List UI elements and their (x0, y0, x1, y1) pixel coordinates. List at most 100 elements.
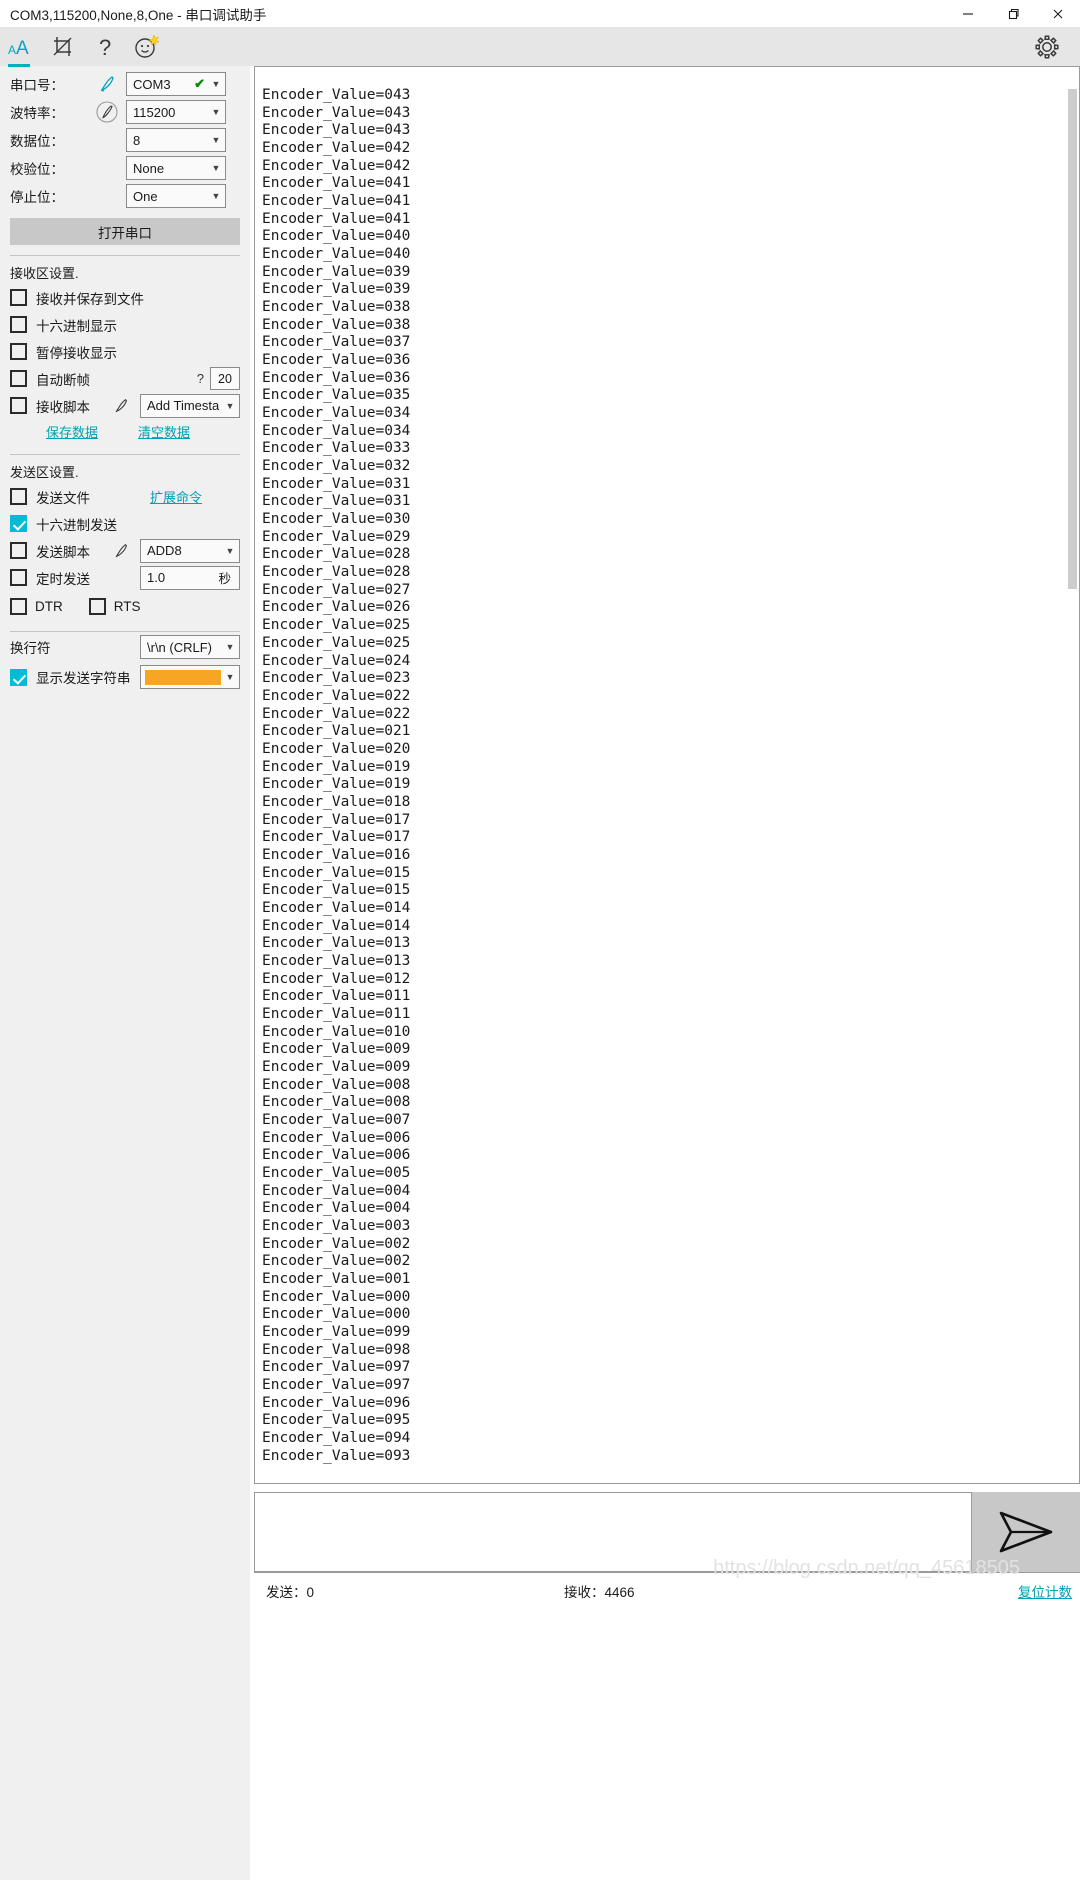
timed-send-checkbox[interactable] (10, 569, 27, 586)
auto-frame-row[interactable]: 自动断帧 ? 20 (0, 365, 250, 392)
save-to-file-row[interactable]: 接收并保存到文件 (0, 284, 250, 311)
send-file-row[interactable]: 发送文件 扩展命令 (0, 483, 250, 510)
timed-send-input[interactable]: 1.0 秒 (140, 565, 240, 590)
send-row (254, 1492, 1080, 1572)
timed-send-label: 定时发送 (36, 571, 90, 587)
baud-row: 波特率： 115200 ▼ (0, 98, 250, 126)
hex-display-row[interactable]: 十六进制显示 (0, 311, 250, 338)
recv-script-row[interactable]: 接收脚本 Add Timesta ▼ (0, 392, 250, 419)
crop-button[interactable] (42, 27, 84, 66)
minimize-button[interactable] (945, 0, 990, 27)
chevron-down-icon: ▼ (211, 79, 221, 89)
chevron-down-icon: ▼ (211, 191, 221, 201)
newline-select[interactable]: \r\n (CRLF) ▼ (140, 635, 240, 659)
chevron-down-icon: ▼ (225, 642, 235, 652)
pen-circle-icon (96, 101, 118, 123)
send-string-color-select[interactable]: ▼ (140, 665, 240, 689)
ext-command-link[interactable]: 扩展命令 (150, 487, 202, 506)
chevron-down-icon: ▼ (211, 107, 221, 117)
chevron-down-icon: ▼ (211, 163, 221, 173)
chevron-down-icon: ▼ (225, 545, 235, 556)
font-size-icon: A A (8, 38, 29, 59)
hex-display-checkbox[interactable] (10, 316, 27, 333)
font-size-button[interactable]: A A (0, 27, 42, 66)
timed-send-row[interactable]: 定时发送 1.0 秒 (0, 564, 250, 591)
recv-script-checkbox[interactable] (10, 397, 27, 414)
data-panel: Encoder_Value=043 Encoder_Value=043 Enco… (250, 66, 1080, 1880)
scrollbar-thumb[interactable] (1068, 89, 1077, 589)
send-script-select[interactable]: ADD8 ▼ (140, 538, 240, 563)
svg-text:A: A (8, 43, 16, 57)
close-icon (1053, 9, 1062, 18)
minimize-icon (962, 12, 973, 15)
pen-icon (115, 398, 127, 412)
recv-script-select[interactable]: Add Timesta ▼ (140, 393, 240, 418)
hex-send-label: 十六进制发送 (36, 517, 117, 533)
auto-frame-checkbox[interactable] (10, 370, 27, 387)
parity-value: None (133, 160, 165, 176)
window-title: COM3,115200,None,8,One - 串口调试助手 (10, 7, 267, 23)
stopbits-label: 停止位： (10, 190, 64, 205)
save-data-link[interactable]: 保存数据 (46, 422, 98, 441)
stopbits-select[interactable]: One ▼ (126, 184, 226, 208)
port-refresh-button[interactable] (88, 75, 126, 93)
show-send-string-checkbox[interactable] (10, 668, 27, 686)
settings-button[interactable] (1026, 27, 1068, 66)
auto-frame-input[interactable]: 20 (210, 367, 240, 390)
clear-data-link[interactable]: 清空数据 (138, 422, 190, 441)
recv-script-edit-button[interactable] (102, 397, 140, 415)
received-count: 接收：4466 (564, 1584, 635, 1600)
recv-script-value: Add Timesta (147, 398, 220, 413)
stopbits-row: 停止位： One ▼ (0, 182, 250, 210)
timed-send-value: 1.0 (147, 570, 166, 585)
accent-indicator (8, 64, 30, 67)
databits-label: 数据位： (10, 134, 64, 149)
databits-select[interactable]: 8 ▼ (126, 128, 226, 152)
help-button[interactable]: ? (84, 27, 126, 66)
rts-label: RTS (113, 598, 141, 614)
baud-select[interactable]: 115200 ▼ (126, 100, 226, 124)
main-content: 串口号： COM3 ✔ ▼ 波特率： 115200 ▼ 数据位： 8 ▼ 校验位… (0, 64, 1080, 1880)
hex-send-checkbox[interactable] (10, 515, 27, 532)
baud-edit-button[interactable] (88, 100, 126, 124)
show-send-string-label: 显示发送字符串 (36, 671, 131, 686)
send-script-edit-button[interactable] (102, 542, 140, 560)
send-paper-plane-icon (999, 1511, 1053, 1553)
hex-send-row[interactable]: 十六进制发送 (0, 510, 250, 537)
dtr-checkbox[interactable] (10, 597, 27, 615)
port-label: 串口号： (10, 78, 64, 93)
port-select[interactable]: COM3 ✔ ▼ (126, 72, 226, 96)
parity-select[interactable]: None ▼ (126, 156, 226, 180)
pause-display-row[interactable]: 暂停接收显示 (0, 338, 250, 365)
chevron-down-icon: ▼ (211, 135, 221, 145)
baud-value: 115200 (133, 104, 176, 120)
maximize-button[interactable] (990, 0, 1035, 27)
chevron-down-icon: ▼ (225, 672, 235, 682)
svg-text:?: ? (99, 35, 111, 59)
dtr-label: DTR (35, 598, 63, 614)
send-file-checkbox[interactable] (10, 488, 27, 505)
port-ok-icon: ✔ (194, 76, 205, 91)
smiley-icon (135, 33, 160, 58)
receive-settings-title: 接收区设置. (10, 266, 79, 281)
send-script-row[interactable]: 发送脚本 ADD8 ▼ (0, 537, 250, 564)
emoji-button[interactable] (126, 27, 168, 66)
save-to-file-checkbox[interactable] (10, 289, 27, 306)
auto-frame-label: 自动断帧 (36, 372, 90, 388)
close-button[interactable] (1035, 0, 1080, 27)
send-script-checkbox[interactable] (10, 542, 27, 559)
auto-frame-help-icon[interactable]: ? (197, 371, 210, 386)
send-button[interactable] (972, 1492, 1080, 1572)
rts-checkbox[interactable] (88, 597, 106, 615)
pause-display-checkbox[interactable] (10, 343, 27, 360)
open-port-button[interactable]: 打开串口 (10, 218, 240, 245)
receive-scrollbar[interactable] (1065, 67, 1079, 1483)
reset-counter-link[interactable]: 复位计数 (1018, 1581, 1072, 1601)
receive-area[interactable]: Encoder_Value=043 Encoder_Value=043 Enco… (254, 66, 1080, 1484)
send-input[interactable] (254, 1492, 972, 1572)
databits-row: 数据位： 8 ▼ (0, 126, 250, 154)
send-script-value: ADD8 (147, 543, 182, 558)
stopbits-value: One (133, 188, 158, 204)
parity-row: 校验位： None ▼ (0, 154, 250, 182)
main-toolbar: A A ? (0, 27, 1080, 66)
